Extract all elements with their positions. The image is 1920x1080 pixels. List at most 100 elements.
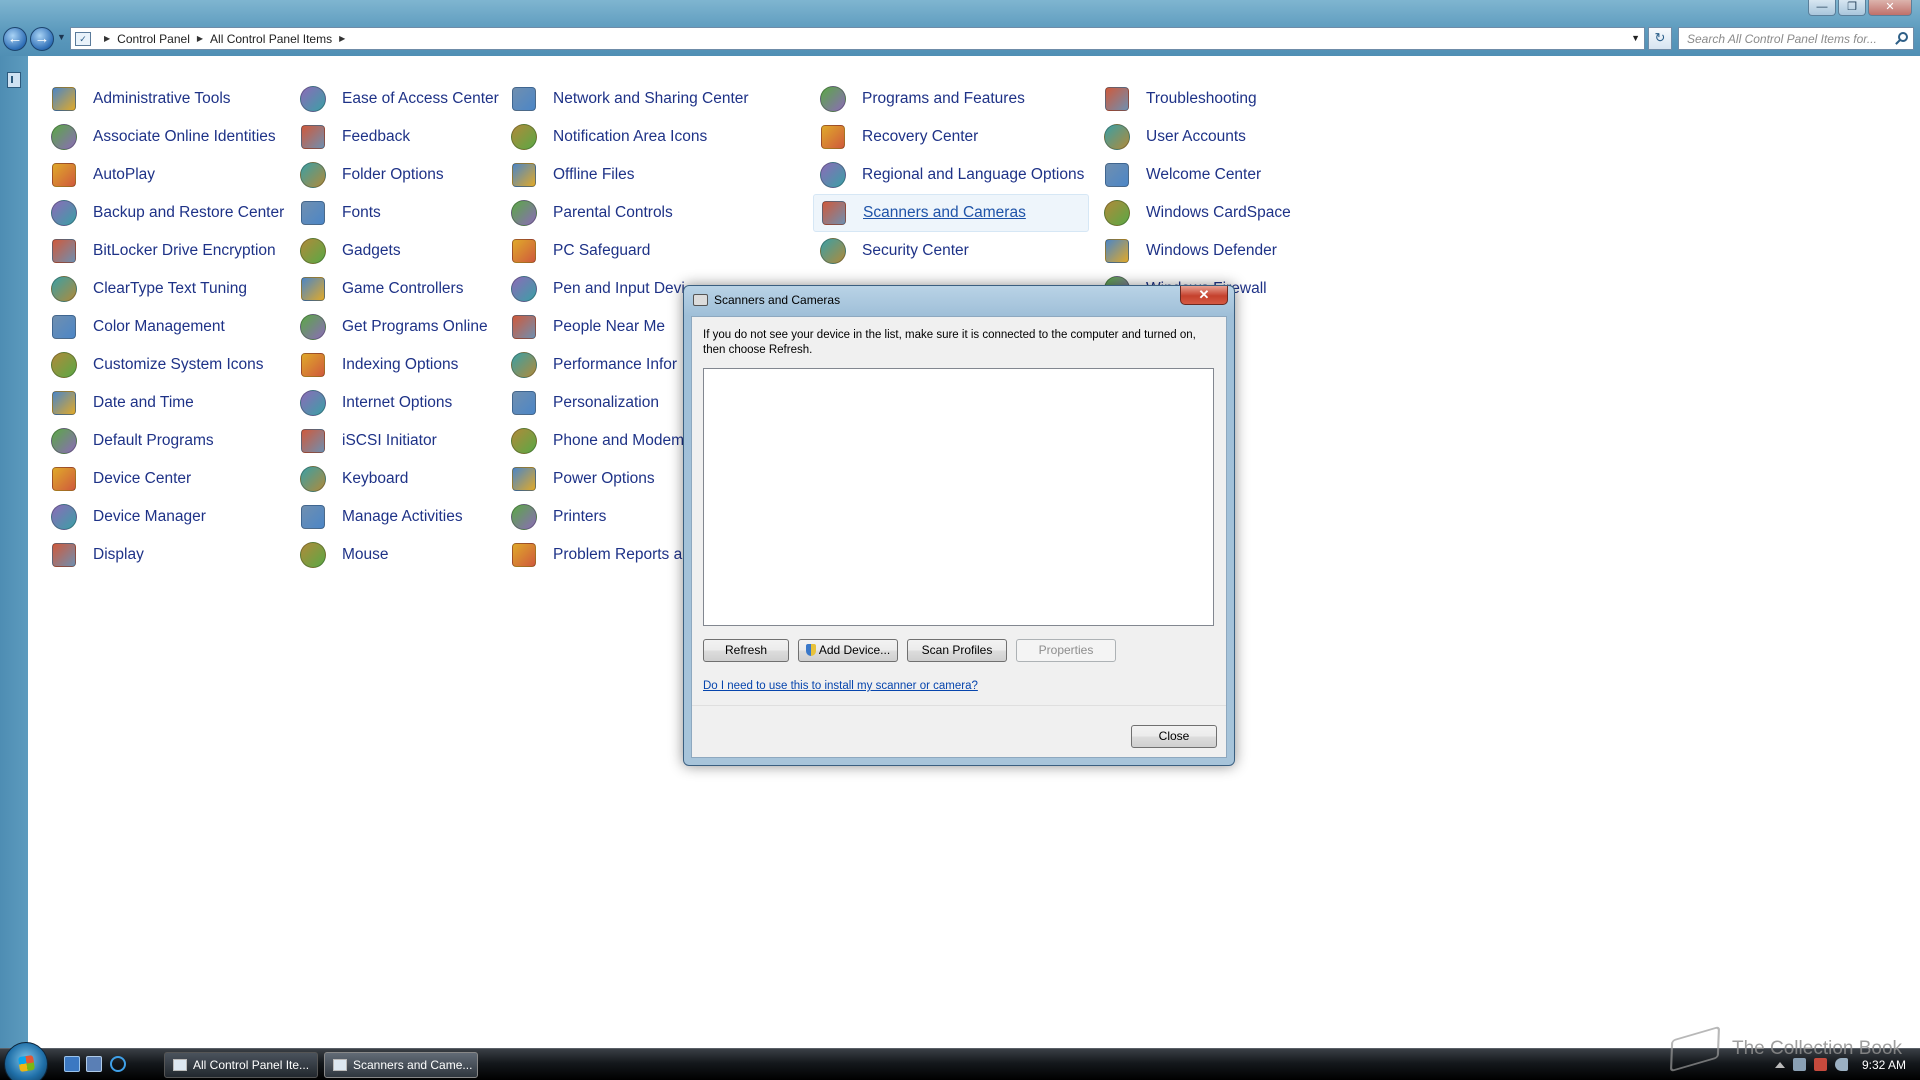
- taskbar-control-panel[interactable]: All Control Panel Ite...: [164, 1052, 318, 1078]
- add-device-button[interactable]: Add Device...: [798, 639, 898, 662]
- cp-item-scanners-and-cameras[interactable]: Scanners and Cameras: [813, 194, 1089, 232]
- internet-options-icon: [298, 388, 328, 418]
- troubleshooting-icon: [1102, 84, 1132, 114]
- show-pane-icon[interactable]: [7, 72, 21, 88]
- cp-item-pc-safeguard[interactable]: PC Safeguard: [509, 232, 749, 270]
- cp-item-folder-options[interactable]: Folder Options: [298, 156, 499, 194]
- cp-item-notification-area-icons[interactable]: Notification Area Icons: [509, 118, 749, 156]
- scan-profiles-button[interactable]: Scan Profiles: [907, 639, 1007, 662]
- breadcrumb-arrow-icon[interactable]: ▶: [339, 34, 345, 43]
- cp-item-recovery-center[interactable]: Recovery Center: [818, 118, 1089, 156]
- cp-item-device-center[interactable]: Device Center: [49, 460, 284, 498]
- cp-item-color-management[interactable]: Color Management: [49, 308, 284, 346]
- cp-item-parental-controls[interactable]: Parental Controls: [509, 194, 749, 232]
- dialog-titlebar[interactable]: Scanners and Cameras ✕: [684, 286, 1234, 312]
- cp-item-label: People Near Me: [553, 318, 666, 335]
- cp-item-get-programs-online[interactable]: Get Programs Online: [298, 308, 499, 346]
- cp-item-date-and-time[interactable]: Date and Time: [49, 384, 284, 422]
- cp-item-label: Color Management: [93, 318, 225, 335]
- minimize-button[interactable]: —: [1808, 0, 1836, 16]
- cp-item-regional-and-language-options[interactable]: Regional and Language Options: [818, 156, 1089, 194]
- cp-item-label: Mouse: [342, 546, 389, 563]
- cp-item-label: Power Options: [553, 470, 655, 487]
- search-input[interactable]: [1678, 27, 1914, 50]
- cp-item-feedback[interactable]: Feedback: [298, 118, 499, 156]
- cp-item-gadgets[interactable]: Gadgets: [298, 232, 499, 270]
- cp-item-iscsi-initiator[interactable]: iSCSI Initiator: [298, 422, 499, 460]
- left-pane-strip: [0, 56, 28, 1048]
- cp-item-indexing-options[interactable]: Indexing Options: [298, 346, 499, 384]
- cp-item-security-center[interactable]: Security Center: [818, 232, 1089, 270]
- cp-item-label: Regional and Language Options: [862, 166, 1085, 183]
- breadcrumb-arrow-icon[interactable]: ▶: [104, 34, 110, 43]
- cp-item-cleartype-text-tuning[interactable]: ClearType Text Tuning: [49, 270, 284, 308]
- start-button[interactable]: [4, 1042, 48, 1080]
- folder-options-icon: [298, 160, 328, 190]
- internet-explorer-icon[interactable]: [110, 1056, 126, 1072]
- windows-cardspace-icon: [1102, 198, 1132, 228]
- cp-item-windows-defender[interactable]: Windows Defender: [1102, 232, 1291, 270]
- cp-item-label: Device Center: [93, 470, 192, 487]
- refresh-button[interactable]: ↻: [1648, 27, 1672, 50]
- cp-item-label: Backup and Restore Center: [93, 204, 285, 221]
- close-button[interactable]: Close: [1131, 725, 1217, 748]
- show-desktop-icon[interactable]: [64, 1056, 80, 1072]
- cp-item-label: Date and Time: [93, 394, 194, 411]
- scanners-cameras-dialog: Scanners and Cameras ✕ If you do not see…: [683, 285, 1235, 766]
- cp-item-associate-online-identities[interactable]: Associate Online Identities: [49, 118, 284, 156]
- refresh-devices-button[interactable]: Refresh: [703, 639, 789, 662]
- windows-defender-icon: [1102, 236, 1132, 266]
- autoplay-icon: [49, 160, 79, 190]
- breadcrumb-all-items[interactable]: All Control Panel Items: [210, 32, 332, 46]
- taskbar-label: All Control Panel Ite...: [193, 1058, 310, 1072]
- forward-button[interactable]: →: [30, 27, 54, 51]
- maximize-button[interactable]: ❐: [1838, 0, 1866, 16]
- cp-item-offline-files[interactable]: Offline Files: [509, 156, 749, 194]
- taskbar-scanners-cameras[interactable]: Scanners and Came...: [324, 1052, 478, 1078]
- cp-item-customize-system-icons[interactable]: Customize System Icons: [49, 346, 284, 384]
- cp-item-default-programs[interactable]: Default Programs: [49, 422, 284, 460]
- cp-item-manage-activities[interactable]: Manage Activities: [298, 498, 499, 536]
- cp-item-windows-cardspace[interactable]: Windows CardSpace: [1102, 194, 1291, 232]
- device-list[interactable]: [703, 368, 1214, 626]
- breadcrumb-control-panel[interactable]: Control Panel: [117, 32, 190, 46]
- cp-item-administrative-tools[interactable]: Administrative Tools: [49, 80, 284, 118]
- switch-windows-icon[interactable]: [86, 1056, 102, 1072]
- cp-item-bitlocker-drive-encryption[interactable]: BitLocker Drive Encryption: [49, 232, 284, 270]
- back-button[interactable]: ←: [3, 27, 27, 51]
- breadcrumb-arrow-icon[interactable]: ▶: [197, 34, 203, 43]
- cp-item-user-accounts[interactable]: User Accounts: [1102, 118, 1291, 156]
- address-dropdown-icon[interactable]: ▼: [1631, 33, 1640, 43]
- cp-item-autoplay[interactable]: AutoPlay: [49, 156, 284, 194]
- problem-reports-a-icon: [509, 540, 539, 570]
- help-link[interactable]: Do I need to use this to install my scan…: [703, 680, 978, 692]
- cp-item-keyboard[interactable]: Keyboard: [298, 460, 499, 498]
- get-programs-online-icon: [298, 312, 328, 342]
- search-icon[interactable]: [1898, 32, 1908, 42]
- cp-item-backup-and-restore-center[interactable]: Backup and Restore Center: [49, 194, 284, 232]
- cp-item-label: Gadgets: [342, 242, 401, 259]
- cp-item-ease-of-access-center[interactable]: Ease of Access Center: [298, 80, 499, 118]
- cp-item-welcome-center[interactable]: Welcome Center: [1102, 156, 1291, 194]
- mouse-icon: [298, 540, 328, 570]
- cp-item-mouse[interactable]: Mouse: [298, 536, 499, 574]
- cp-item-label: Welcome Center: [1146, 166, 1262, 183]
- cp-item-fonts[interactable]: Fonts: [298, 194, 499, 232]
- cp-item-game-controllers[interactable]: Game Controllers: [298, 270, 499, 308]
- cp-item-programs-and-features[interactable]: Programs and Features: [818, 80, 1089, 118]
- cp-item-device-manager[interactable]: Device Manager: [49, 498, 284, 536]
- cp-item-display[interactable]: Display: [49, 536, 284, 574]
- cp-item-network-and-sharing-center[interactable]: Network and Sharing Center: [509, 80, 749, 118]
- printers-icon: [509, 502, 539, 532]
- cp-item-troubleshooting[interactable]: Troubleshooting: [1102, 80, 1291, 118]
- recent-pages-dropdown-icon[interactable]: ▼: [57, 32, 66, 42]
- cp-item-label: User Accounts: [1146, 128, 1246, 145]
- cp-item-label: Keyboard: [342, 470, 409, 487]
- cp-item-internet-options[interactable]: Internet Options: [298, 384, 499, 422]
- cp-item-label: Offline Files: [553, 166, 635, 183]
- cp-item-label: Customize System Icons: [93, 356, 264, 373]
- window-close-button[interactable]: ✕: [1868, 0, 1912, 16]
- dialog-close-button[interactable]: ✕: [1180, 286, 1228, 305]
- cp-item-label: Troubleshooting: [1146, 90, 1257, 107]
- address-bar[interactable]: ✓ ▶ Control Panel ▶ All Control Panel It…: [70, 27, 1645, 50]
